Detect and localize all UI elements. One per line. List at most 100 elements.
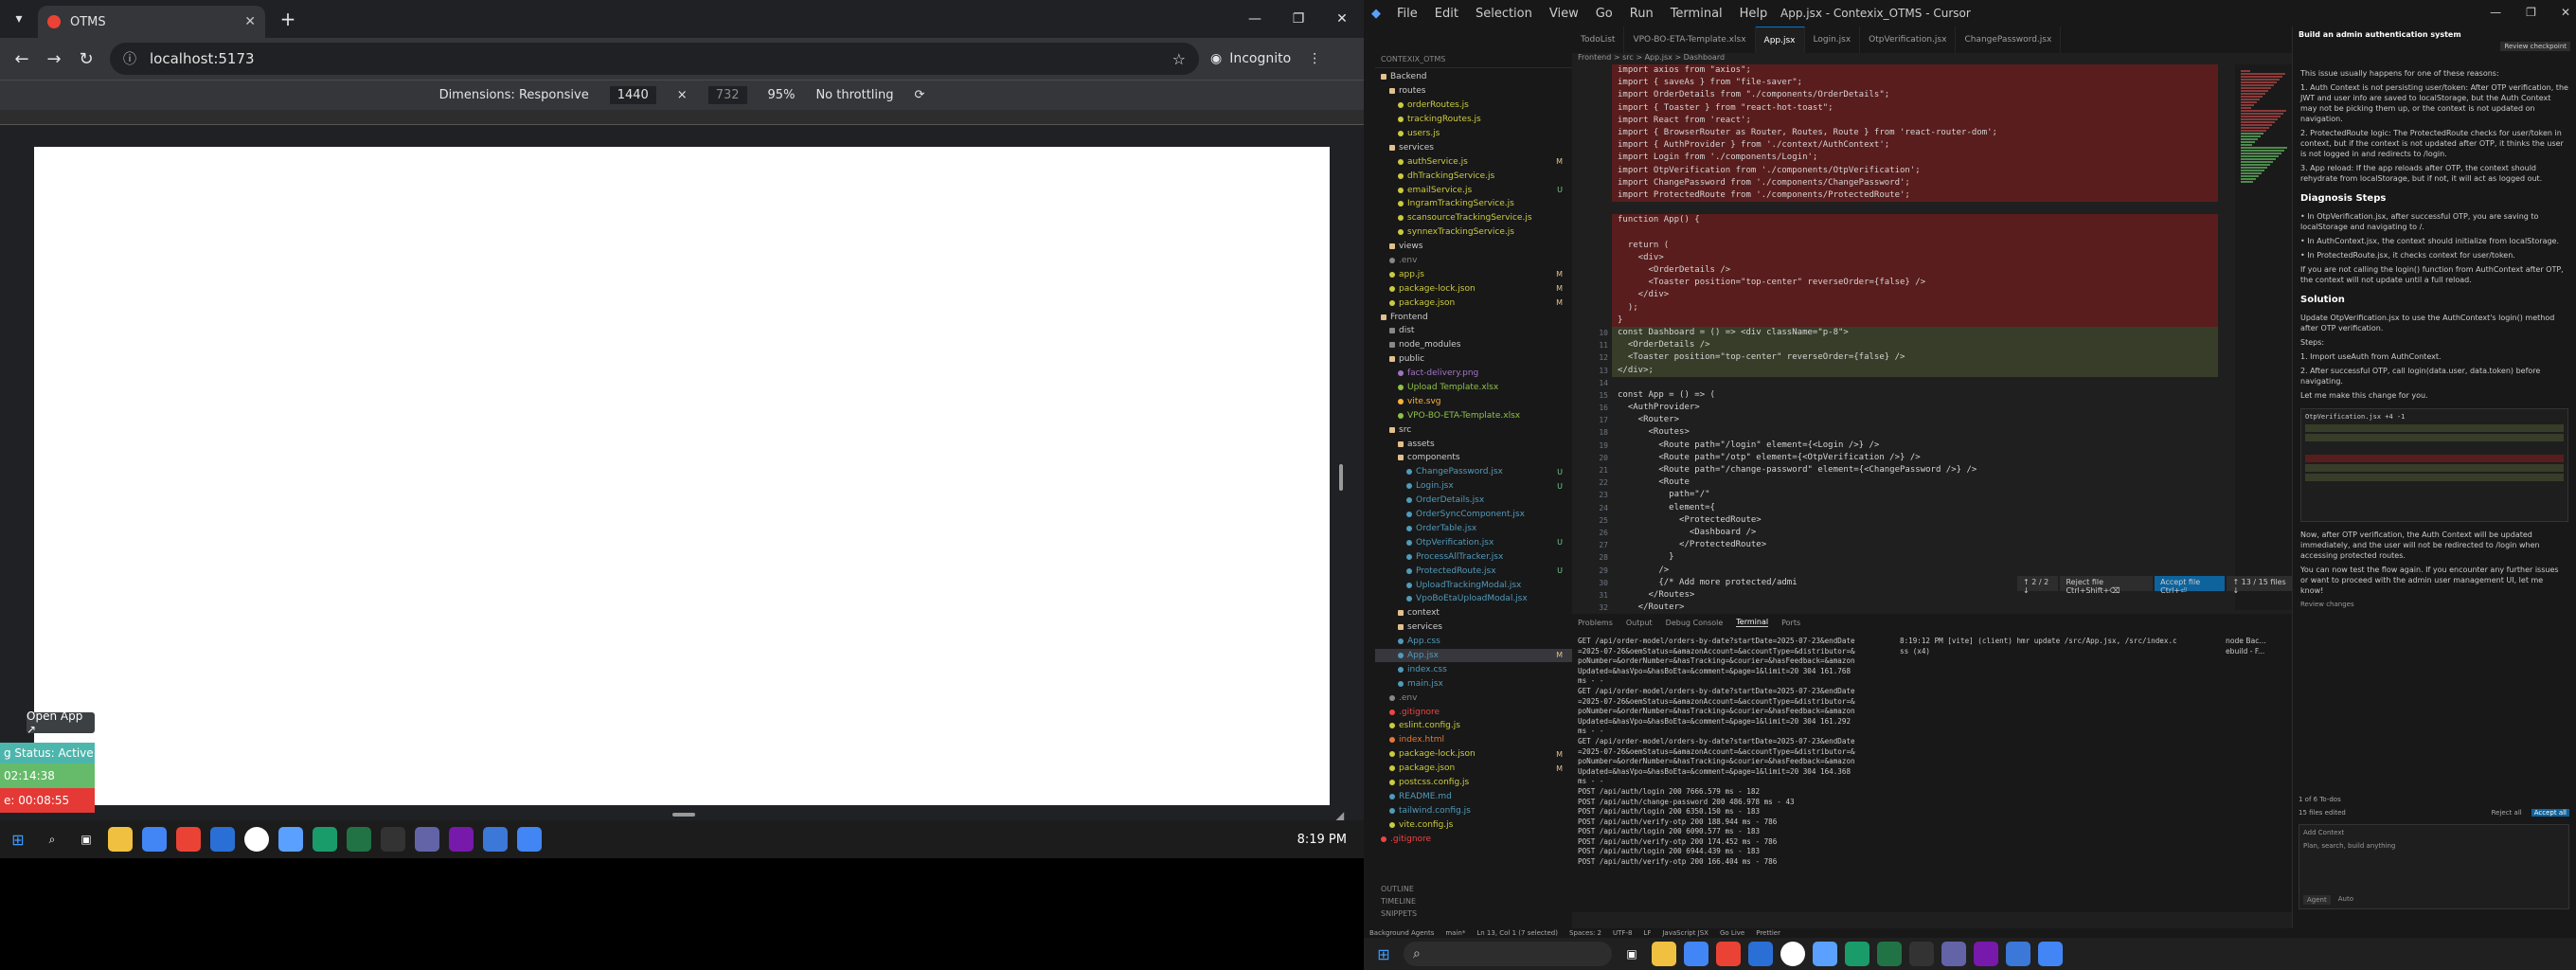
files-nav[interactable]: ↑ 13 / 15 files ↓	[2227, 576, 2292, 595]
code-line[interactable]: </Router>	[1612, 602, 2218, 610]
app-icon-4[interactable]	[1813, 942, 1837, 966]
close-window-icon[interactable]: ✕	[1320, 0, 1364, 38]
files-edited[interactable]: 15 files edited	[2299, 809, 2346, 817]
bookmark-star-icon[interactable]: ☆	[1172, 50, 1186, 68]
tree-folder[interactable]: views	[1375, 240, 1572, 254]
tree-file[interactable]: package-lock.json M	[1375, 747, 1572, 762]
url-field[interactable]: ⓘ localhost:5173 ☆	[110, 43, 1199, 75]
tree-file[interactable]: emailService.js U	[1375, 183, 1572, 197]
app-icon-2[interactable]	[210, 827, 235, 852]
panel-tab[interactable]: Debug Console	[1666, 619, 1724, 627]
maximize-icon[interactable]: ❐	[2526, 6, 2536, 19]
excel-icon[interactable]	[1877, 942, 1902, 966]
tree-folder[interactable]: node_modules	[1375, 338, 1572, 352]
file-explorer-icon[interactable]	[108, 827, 133, 852]
app-icon-6[interactable]	[483, 827, 508, 852]
timeline-section[interactable]: TIMELINE	[1381, 895, 1417, 907]
model-select[interactable]: Auto	[2338, 895, 2353, 905]
editor-tab[interactable]: Login.jsx	[1805, 27, 1861, 53]
app-icon-1[interactable]	[176, 827, 201, 852]
cursor-icon[interactable]	[1909, 942, 1934, 966]
accept-file-button[interactable]: Accept file Ctrl+⏎	[2155, 576, 2226, 595]
tree-file[interactable]: package.json M	[1375, 762, 1572, 776]
code-line[interactable]: import { BrowserRouter as Router, Routes…	[1612, 126, 2218, 140]
chrome-icon[interactable]	[1684, 942, 1708, 966]
tab-search-icon[interactable]: ▾	[0, 0, 38, 38]
new-tab-icon[interactable]: +	[273, 4, 303, 34]
code-line[interactable]: </ProtectedRoute>	[1612, 539, 2218, 551]
dimensions-select[interactable]: Dimensions: Responsive	[439, 88, 589, 102]
code-line[interactable]: <Route path="/otp" element={<OtpVerifica…	[1612, 452, 2218, 464]
tree-file[interactable]: scansourceTrackingService.js	[1375, 211, 1572, 225]
chrome-menu-icon[interactable]: ⋮	[1308, 51, 1321, 66]
tree-folder[interactable]: components	[1375, 451, 1572, 465]
code-diff-box[interactable]: OtpVerification.jsx +4 -1	[2300, 408, 2568, 522]
tree-folder[interactable]: context	[1375, 606, 1572, 620]
code-line[interactable]: import { Toaster } from "react-hot-toast…	[1612, 101, 2218, 115]
terminal-instance[interactable]: node Bac...	[2226, 637, 2292, 647]
app-icon-2[interactable]	[1748, 942, 1773, 966]
app-icon-3[interactable]	[1780, 942, 1805, 966]
code-line[interactable]: element={	[1612, 502, 2218, 514]
snippets-section[interactable]: SNIPPETS	[1381, 907, 1417, 920]
tree-file[interactable]: vite.config.js	[1375, 817, 1572, 832]
menu-file[interactable]: File	[1388, 7, 1426, 21]
tree-file[interactable]: ProcessAllTracker.jsx	[1375, 549, 1572, 564]
tree-file[interactable]: Upload Template.xlsx	[1375, 381, 1572, 395]
agent-mode-select[interactable]: Agent	[2303, 895, 2331, 905]
todo-status[interactable]: 1 of 6 To-dos	[2299, 796, 2569, 803]
editor-tab[interactable]: VPO-BO-ETA-Template.xlsx	[1624, 27, 1756, 53]
menu-view[interactable]: View	[1541, 7, 1587, 21]
code-line[interactable]: <Routes>	[1612, 426, 2218, 439]
resize-handle-right[interactable]	[1339, 464, 1343, 491]
menu-help[interactable]: Help	[1731, 7, 1777, 21]
editor-tab[interactable]: App.jsx	[1755, 27, 1805, 53]
app-icon-1[interactable]	[1716, 942, 1741, 966]
file-explorer-icon[interactable]	[1652, 942, 1676, 966]
tree-file[interactable]: package.json M	[1375, 296, 1572, 310]
chrome-icon-2[interactable]	[2038, 942, 2063, 966]
code-line[interactable]	[1612, 202, 2218, 214]
site-info-icon[interactable]: ⓘ	[123, 49, 136, 68]
code-line[interactable]	[1612, 377, 2218, 389]
resize-handle-bottom[interactable]	[672, 813, 695, 817]
search-icon[interactable]: ⌕	[40, 827, 64, 852]
tree-folder[interactable]: public	[1375, 352, 1572, 367]
code-line[interactable]: import OrderDetails from "./components/O…	[1612, 89, 2218, 102]
forward-icon[interactable]: →	[38, 43, 70, 75]
status-item[interactable]: main*	[1445, 929, 1465, 937]
minimap[interactable]	[2235, 64, 2292, 610]
code-line[interactable]: <Dashboard />	[1612, 527, 2218, 539]
tree-file[interactable]: tailwind.config.js	[1375, 803, 1572, 817]
windows-start-icon[interactable]: ⊞	[6, 827, 30, 852]
code-line[interactable]: <Route path="/change-password" element={…	[1612, 464, 2218, 476]
task-view-icon[interactable]: ▣	[1619, 942, 1644, 966]
code-line[interactable]: const App = () => (	[1612, 389, 2218, 402]
panel-tab[interactable]: Output	[1626, 619, 1653, 627]
tree-folder[interactable]: Frontend	[1375, 310, 1572, 324]
reject-file-button[interactable]: Reject file Ctrl+Shift+⌫	[2060, 576, 2154, 595]
app-icon-4[interactable]	[278, 827, 303, 852]
tree-file[interactable]: Login.jsx U	[1375, 479, 1572, 494]
tree-file[interactable]: OtpVerification.jsx U	[1375, 535, 1572, 549]
tree-folder[interactable]: services	[1375, 140, 1572, 154]
accept-all-button[interactable]: Accept all	[2531, 809, 2569, 817]
minimize-icon[interactable]: —	[2490, 6, 2501, 19]
tree-file[interactable]: trackingRoutes.js	[1375, 113, 1572, 127]
app-icon-3[interactable]	[244, 827, 269, 852]
tree-file[interactable]: .gitignore	[1375, 705, 1572, 719]
excel-icon[interactable]	[347, 827, 371, 852]
tree-file[interactable]: IngramTrackingService.js	[1375, 197, 1572, 211]
tree-file[interactable]: dhTrackingService.js	[1375, 169, 1572, 183]
code-lines[interactable]: import axios from "axios"; import { saveA…	[1612, 64, 2218, 610]
tree-file[interactable]: index.html	[1375, 733, 1572, 747]
tree-folder[interactable]: routes	[1375, 84, 1572, 99]
task-view-icon[interactable]: ▣	[74, 827, 98, 852]
code-line[interactable]: <Route	[1612, 476, 2218, 489]
tree-folder[interactable]: src	[1375, 422, 1572, 437]
minimize-icon[interactable]: —	[1233, 0, 1277, 38]
tree-file[interactable]: VPO-BO-ETA-Template.xlsx	[1375, 408, 1572, 422]
menu-selection[interactable]: Selection	[1467, 7, 1541, 21]
tree-file[interactable]: .gitignore	[1375, 832, 1572, 846]
outline-section[interactable]: OUTLINE	[1381, 883, 1417, 895]
